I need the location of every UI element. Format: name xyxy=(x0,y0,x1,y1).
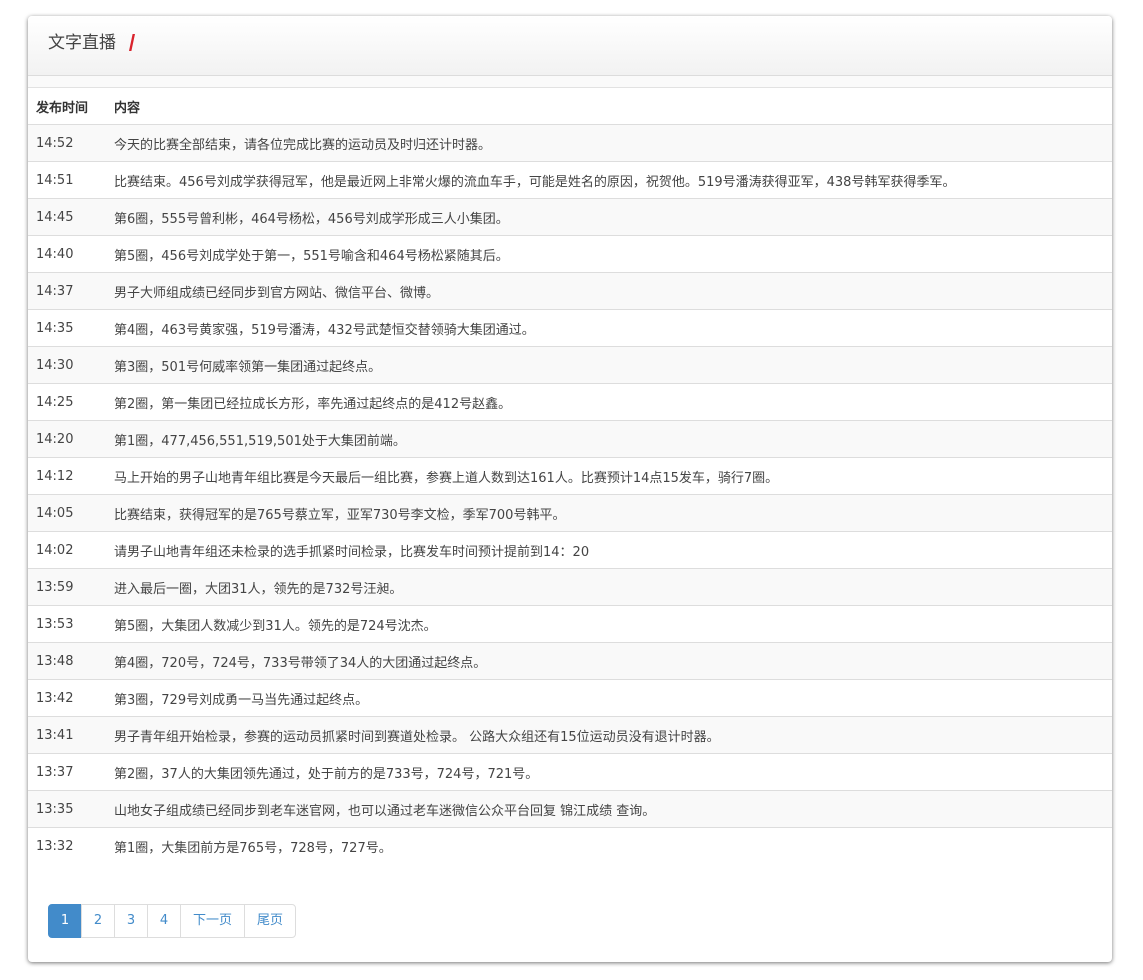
panel-header: 文字直播 xyxy=(28,16,1112,76)
row-time: 14:20 xyxy=(28,420,106,458)
row-time: 14:35 xyxy=(28,309,106,347)
row-content: 请男子山地青年组还未检录的选手抓紧时间检录，比赛发车时间预计提前到14：20 xyxy=(106,531,1112,569)
row-content: 第4圈，463号黄家强，519号潘涛，432号武楚恒交替领骑大集团通过。 xyxy=(106,309,1112,347)
pagination: 1 2 3 4 下一页 尾页 xyxy=(48,904,297,938)
table-row: 14:37 男子大师组成绩已经同步到官方网站、微信平台、微博。 xyxy=(28,272,1112,310)
table-row: 14:12 马上开始的男子山地青年组比赛是今天最后一组比赛，参赛上道人数到达161… xyxy=(28,457,1112,495)
table-row: 13:42 第3圈，729号刘成勇一马当先通过起终点。 xyxy=(28,679,1112,717)
table-row: 14:40 第5圈，456号刘成学处于第一，551号喻含和464号杨松紧随其后。 xyxy=(28,235,1112,273)
page-button-3[interactable]: 3 xyxy=(114,904,148,938)
table-row: 13:59 进入最后一圈，大团31人，领先的是732号汪昶。 xyxy=(28,568,1112,606)
column-header-content: 内容 xyxy=(106,88,1112,125)
row-content: 第2圈，第一集团已经拉成长方形，率先通过起终点的是412号赵鑫。 xyxy=(106,383,1112,421)
live-text-panel: 文字直播 发布时间 内容 14:52 今天的比赛全部结束，请各位完成比赛的运动员及… xyxy=(28,16,1112,962)
row-time: 14:12 xyxy=(28,457,106,495)
row-content: 第3圈，501号何威率领第一集团通过起终点。 xyxy=(106,346,1112,384)
table-row: 14:52 今天的比赛全部结束，请各位完成比赛的运动员及时归还计时器。 xyxy=(28,124,1112,162)
table-row: 13:32 第1圈，大集团前方是765号，728号，727号。 xyxy=(28,827,1112,864)
row-content: 今天的比赛全部结束，请各位完成比赛的运动员及时归还计时器。 xyxy=(106,124,1112,162)
row-content: 第5圈，456号刘成学处于第一，551号喻含和464号杨松紧随其后。 xyxy=(106,235,1112,273)
table-row: 13:35 山地女子组成绩已经同步到老车迷官网，也可以通过老车迷微信公众平台回复 … xyxy=(28,790,1112,828)
row-content: 第6圈，555号曾利彬，464号杨松，456号刘成学形成三人小集团。 xyxy=(106,198,1112,236)
row-content: 马上开始的男子山地青年组比赛是今天最后一组比赛，参赛上道人数到达161人。比赛预… xyxy=(106,457,1112,495)
table-row: 14:45 第6圈，555号曾利彬，464号杨松，456号刘成学形成三人小集团。 xyxy=(28,198,1112,236)
next-page-button[interactable]: 下一页 xyxy=(180,904,246,938)
row-time: 14:02 xyxy=(28,531,106,569)
row-content: 山地女子组成绩已经同步到老车迷官网，也可以通过老车迷微信公众平台回复 锦江成绩 … xyxy=(106,790,1112,828)
row-time: 14:51 xyxy=(28,161,106,199)
row-time: 14:30 xyxy=(28,346,106,384)
row-time: 14:45 xyxy=(28,198,106,236)
column-header-time: 发布时间 xyxy=(28,88,106,125)
row-time: 13:32 xyxy=(28,827,106,864)
row-content: 第5圈，大集团人数减少到31人。领先的是724号沈杰。 xyxy=(106,605,1112,643)
page-button-1[interactable]: 1 xyxy=(48,904,82,938)
live-text-table: 发布时间 内容 14:52 今天的比赛全部结束，请各位完成比赛的运动员及时归还计时… xyxy=(28,88,1112,864)
table-row: 13:53 第5圈，大集团人数减少到31人。领先的是724号沈杰。 xyxy=(28,605,1112,643)
row-time: 14:37 xyxy=(28,272,106,310)
header-spacer xyxy=(28,76,1112,88)
table-row: 14:20 第1圈，477,456,551,519,501处于大集团前端。 xyxy=(28,420,1112,458)
table-row: 13:41 男子青年组开始检录，参赛的运动员抓紧时间到赛道处检录。 公路大众组还有… xyxy=(28,716,1112,754)
table-header-row: 发布时间 内容 xyxy=(28,88,1112,125)
row-content: 进入最后一圈，大团31人，领先的是732号汪昶。 xyxy=(106,568,1112,606)
row-content: 男子大师组成绩已经同步到官方网站、微信平台、微博。 xyxy=(106,272,1112,310)
row-time: 13:53 xyxy=(28,605,106,643)
row-content: 第1圈，477,456,551,519,501处于大集团前端。 xyxy=(106,420,1112,458)
table-row: 14:51 比赛结束。456号刘成学获得冠军，他是最近网上非常火爆的流血车手，可能… xyxy=(28,161,1112,199)
table-row: 14:05 比赛结束，获得冠军的是765号蔡立军，亚军730号李文检，季军700号… xyxy=(28,494,1112,532)
table-row: 13:48 第4圈，720号，724号，733号带领了34人的大团通过起终点。 xyxy=(28,642,1112,680)
row-content: 第4圈，720号，724号，733号带领了34人的大团通过起终点。 xyxy=(106,642,1112,680)
row-time: 14:40 xyxy=(28,235,106,273)
table-row: 14:35 第4圈，463号黄家强，519号潘涛，432号武楚恒交替领骑大集团通过… xyxy=(28,309,1112,347)
row-time: 14:52 xyxy=(28,124,106,162)
table-row: 14:25 第2圈，第一集团已经拉成长方形，率先通过起终点的是412号赵鑫。 xyxy=(28,383,1112,421)
row-time: 14:25 xyxy=(28,383,106,421)
row-content: 比赛结束。456号刘成学获得冠军，他是最近网上非常火爆的流血车手，可能是姓名的原… xyxy=(106,161,1112,199)
row-time: 13:59 xyxy=(28,568,106,606)
page-button-4[interactable]: 4 xyxy=(147,904,181,938)
row-time: 13:35 xyxy=(28,790,106,828)
row-content: 第1圈，大集团前方是765号，728号，727号。 xyxy=(106,827,1112,864)
row-content: 比赛结束，获得冠军的是765号蔡立军，亚军730号李文检，季军700号韩平。 xyxy=(106,494,1112,532)
panel-title: 文字直播 xyxy=(48,33,116,53)
slash-accent-icon xyxy=(129,34,135,51)
table-row: 13:37 第2圈，37人的大集团领先通过，处于前方的是733号，724号，721… xyxy=(28,753,1112,791)
row-time: 13:42 xyxy=(28,679,106,717)
page-button-2[interactable]: 2 xyxy=(81,904,115,938)
row-time: 13:48 xyxy=(28,642,106,680)
row-content: 男子青年组开始检录，参赛的运动员抓紧时间到赛道处检录。 公路大众组还有15位运动… xyxy=(106,716,1112,754)
last-page-button[interactable]: 尾页 xyxy=(244,904,297,938)
table-row: 14:30 第3圈，501号何威率领第一集团通过起终点。 xyxy=(28,346,1112,384)
row-time: 14:05 xyxy=(28,494,106,532)
row-content: 第3圈，729号刘成勇一马当先通过起终点。 xyxy=(106,679,1112,717)
table-row: 14:02 请男子山地青年组还未检录的选手抓紧时间检录，比赛发车时间预计提前到14… xyxy=(28,531,1112,569)
row-time: 13:41 xyxy=(28,716,106,754)
row-time: 13:37 xyxy=(28,753,106,791)
row-content: 第2圈，37人的大集团领先通过，处于前方的是733号，724号，721号。 xyxy=(106,753,1112,791)
